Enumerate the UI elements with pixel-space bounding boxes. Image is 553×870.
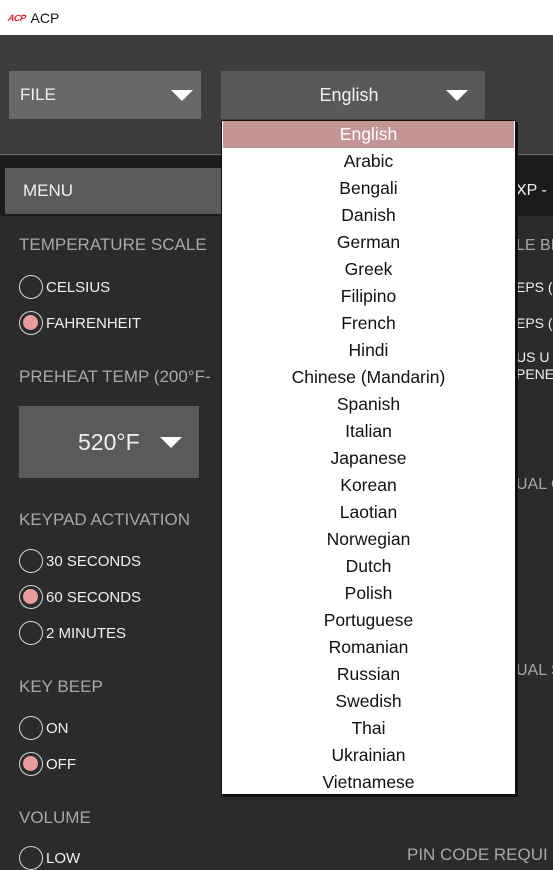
window-title: ACP — [30, 9, 60, 26]
language-option[interactable]: English — [223, 121, 514, 148]
keypad-activation-label: KEYPAD ACTIVATION — [19, 510, 190, 529]
radio-button[interactable] — [19, 621, 43, 645]
language-dropdown[interactable]: English — [221, 71, 485, 119]
radio-beep-off[interactable]: OFF — [19, 752, 76, 776]
radio-button-selected[interactable] — [19, 311, 43, 335]
language-option[interactable]: Laotian — [222, 499, 515, 526]
radio-label: CELSIUS — [46, 278, 111, 296]
radio-label: 30 SECONDS — [46, 552, 142, 570]
radio-button[interactable] — [19, 549, 43, 573]
file-dropdown[interactable]: FILE — [9, 71, 201, 119]
volume-label: VOLUME — [19, 808, 91, 827]
radio-label: ON — [46, 719, 69, 737]
key-beep-label: KEY BEEP — [19, 677, 103, 696]
language-option[interactable]: Norwegian — [222, 526, 515, 553]
tab-xp-label: XP - — [516, 182, 547, 199]
tab-menu-label: MENU — [23, 181, 74, 200]
language-option[interactable]: Filipino — [222, 283, 515, 310]
radio-fahrenheit[interactable]: FAHRENHEIT — [19, 311, 141, 335]
radio-60-seconds[interactable]: 60 SECONDS — [19, 585, 141, 609]
language-option[interactable]: Vietnamese — [222, 769, 515, 796]
language-option[interactable]: Russian — [222, 661, 515, 688]
pin-code-label: PIN CODE REQUI — [407, 845, 548, 864]
radio-volume-low[interactable]: LOW — [19, 846, 80, 870]
right-option-line2: PENE — [516, 366, 553, 382]
preheat-temp-value: 520°F — [78, 428, 140, 455]
language-option[interactable]: Korean — [222, 472, 515, 499]
right-option-line1[interactable]: US U — [516, 349, 553, 366]
temperature-scale-label: TEMPERATURE SCALE — [19, 235, 207, 254]
radio-button-selected[interactable] — [19, 752, 43, 776]
radio-label: LOW — [46, 849, 81, 867]
radio-button[interactable] — [19, 846, 43, 870]
language-option[interactable]: Bengali — [222, 175, 515, 202]
language-option[interactable]: German — [222, 229, 515, 256]
right-option[interactable]: EPS ( — [516, 279, 553, 296]
radio-button[interactable] — [19, 275, 43, 299]
right-section-label: UAL C — [516, 476, 553, 493]
radio-beep-on[interactable]: ON — [19, 716, 69, 740]
language-option[interactable]: Danish — [222, 202, 515, 229]
tab-menu[interactable]: MENU — [5, 168, 221, 214]
language-option[interactable]: Dutch — [222, 553, 515, 580]
chevron-down-icon — [446, 90, 468, 101]
language-option[interactable]: Italian — [222, 418, 515, 445]
tab-xp[interactable]: XP - — [516, 168, 553, 214]
radio-label: 60 SECONDS — [46, 588, 142, 606]
radio-label: FAHRENHEIT — [46, 314, 142, 332]
language-dropdown-list[interactable]: English Arabic Bengali Danish German Greek Fil… — [221, 120, 516, 795]
language-option[interactable]: Hindi — [222, 337, 515, 364]
language-option[interactable]: Spanish — [222, 391, 515, 418]
acp-logo-icon: ACP — [7, 12, 27, 23]
chevron-down-icon — [171, 90, 193, 101]
preheat-temp-dropdown[interactable]: 520°F — [19, 406, 199, 478]
radio-label: 2 MINUTES — [46, 624, 127, 642]
right-section-label: LE BE — [516, 237, 553, 254]
radio-button-selected[interactable] — [19, 585, 43, 609]
language-option[interactable]: Ukrainian — [222, 742, 515, 769]
language-option[interactable]: Polish — [222, 580, 515, 607]
language-option[interactable]: Japanese — [222, 445, 515, 472]
language-option[interactable]: Greek — [222, 256, 515, 283]
language-option[interactable]: Thai — [222, 715, 515, 742]
file-dropdown-label: FILE — [20, 85, 56, 104]
radio-2-minutes[interactable]: 2 MINUTES — [19, 621, 126, 645]
radio-label: OFF — [46, 755, 76, 773]
language-option[interactable]: Chinese (Mandarin) — [222, 364, 515, 391]
language-option[interactable]: Swedish — [222, 688, 515, 715]
radio-30-seconds[interactable]: 30 SECONDS — [19, 549, 141, 573]
right-option[interactable]: EPS ( — [516, 315, 553, 332]
radio-celsius[interactable]: CELSIUS — [19, 275, 110, 299]
preheat-temp-label: PREHEAT TEMP (200°F- — [19, 367, 211, 386]
right-section-label: UAL S — [516, 662, 553, 679]
title-bar: ACP ACP — [0, 0, 553, 35]
language-option[interactable]: Arabic — [222, 148, 515, 175]
language-option[interactable]: French — [222, 310, 515, 337]
radio-button[interactable] — [19, 716, 43, 740]
language-option[interactable]: Romanian — [222, 634, 515, 661]
language-dropdown-value: English — [319, 84, 379, 105]
chevron-down-icon — [160, 437, 182, 448]
language-option[interactable]: Portuguese — [222, 607, 515, 634]
